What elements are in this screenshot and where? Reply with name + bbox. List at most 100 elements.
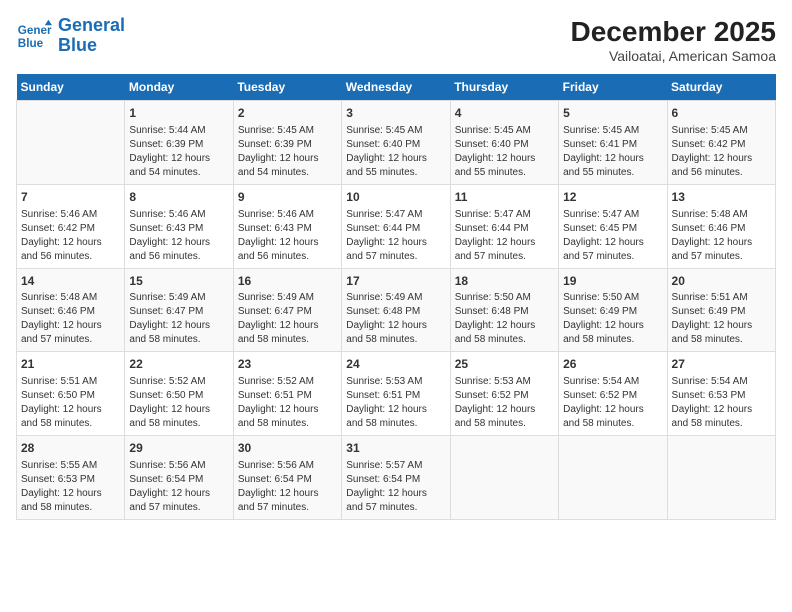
- logo-text: GeneralBlue: [58, 16, 125, 56]
- day-number: 15: [129, 273, 228, 290]
- header-saturday: Saturday: [667, 74, 775, 101]
- cell-content: Sunrise: 5:56 AM Sunset: 6:54 PM Dayligh…: [129, 459, 228, 515]
- cell-content: Sunrise: 5:54 AM Sunset: 6:52 PM Dayligh…: [563, 375, 662, 431]
- cell-content: Sunrise: 5:50 AM Sunset: 6:49 PM Dayligh…: [563, 291, 662, 347]
- day-number: 8: [129, 189, 228, 206]
- calendar-cell: 14Sunrise: 5:48 AM Sunset: 6:46 PM Dayli…: [17, 268, 125, 352]
- day-number: 4: [455, 105, 554, 122]
- calendar-cell: 6Sunrise: 5:45 AM Sunset: 6:42 PM Daylig…: [667, 101, 775, 185]
- cell-content: Sunrise: 5:46 AM Sunset: 6:43 PM Dayligh…: [129, 208, 228, 264]
- day-number: 13: [672, 189, 771, 206]
- page-header: General Blue GeneralBlue December 2025 V…: [16, 16, 776, 64]
- day-number: 22: [129, 356, 228, 373]
- calendar-cell: 17Sunrise: 5:49 AM Sunset: 6:48 PM Dayli…: [342, 268, 450, 352]
- day-number: 2: [238, 105, 337, 122]
- cell-content: Sunrise: 5:48 AM Sunset: 6:46 PM Dayligh…: [21, 291, 120, 347]
- cell-content: Sunrise: 5:47 AM Sunset: 6:44 PM Dayligh…: [455, 208, 554, 264]
- day-number: 19: [563, 273, 662, 290]
- cell-content: Sunrise: 5:57 AM Sunset: 6:54 PM Dayligh…: [346, 459, 445, 515]
- day-number: 16: [238, 273, 337, 290]
- header-thursday: Thursday: [450, 74, 558, 101]
- title-block: December 2025 Vailoatai, American Samoa: [571, 16, 776, 64]
- cell-content: Sunrise: 5:48 AM Sunset: 6:46 PM Dayligh…: [672, 208, 771, 264]
- calendar-cell: 21Sunrise: 5:51 AM Sunset: 6:50 PM Dayli…: [17, 352, 125, 436]
- svg-text:General: General: [18, 24, 52, 37]
- calendar-cell: 5Sunrise: 5:45 AM Sunset: 6:41 PM Daylig…: [559, 101, 667, 185]
- cell-content: Sunrise: 5:53 AM Sunset: 6:51 PM Dayligh…: [346, 375, 445, 431]
- day-number: 24: [346, 356, 445, 373]
- day-number: 20: [672, 273, 771, 290]
- cell-content: Sunrise: 5:49 AM Sunset: 6:48 PM Dayligh…: [346, 291, 445, 347]
- day-number: 21: [21, 356, 120, 373]
- day-number: 29: [129, 440, 228, 457]
- calendar-cell: 13 Sunrise: 5:48 AM Sunset: 6:46 PM Dayli…: [667, 184, 775, 268]
- calendar-cell: 15Sunrise: 5:49 AM Sunset: 6:47 PM Dayli…: [125, 268, 233, 352]
- cell-content: Sunrise: 5:50 AM Sunset: 6:48 PM Dayligh…: [455, 291, 554, 347]
- calendar-cell: 4 Sunrise: 5:45 AM Sunset: 6:40 PM Daylig…: [450, 101, 558, 185]
- calendar-cell: 23 Sunrise: 5:52 AM Sunset: 6:51 PM Dayli…: [233, 352, 341, 436]
- header-monday: Monday: [125, 74, 233, 101]
- calendar-cell: 7Sunrise: 5:46 AM Sunset: 6:42 PM Daylig…: [17, 184, 125, 268]
- calendar-cell: 2 Sunrise: 5:45 AM Sunset: 6:39 PM Daylig…: [233, 101, 341, 185]
- calendar-subtitle: Vailoatai, American Samoa: [571, 48, 776, 64]
- calendar-cell: 28 Sunrise: 5:55 AM Sunset: 6:53 PM Dayli…: [17, 436, 125, 520]
- logo-icon: General Blue: [16, 18, 52, 54]
- day-number: 18: [455, 273, 554, 290]
- cell-content: Sunrise: 5:52 AM Sunset: 6:51 PM Dayligh…: [238, 375, 337, 431]
- cell-content: Sunrise: 5:45 AM Sunset: 6:39 PM Dayligh…: [238, 124, 337, 180]
- calendar-cell: [559, 436, 667, 520]
- calendar-week-row: 1Sunrise: 5:44 AM Sunset: 6:39 PM Daylig…: [17, 101, 776, 185]
- calendar-cell: 24 Sunrise: 5:53 AM Sunset: 6:51 PM Dayli…: [342, 352, 450, 436]
- calendar-table: SundayMondayTuesdayWednesdayThursdayFrid…: [16, 74, 776, 520]
- calendar-cell: 18Sunrise: 5:50 AM Sunset: 6:48 PM Dayli…: [450, 268, 558, 352]
- day-number: 25: [455, 356, 554, 373]
- calendar-cell: 12 Sunrise: 5:47 AM Sunset: 6:45 PM Dayli…: [559, 184, 667, 268]
- cell-content: Sunrise: 5:47 AM Sunset: 6:44 PM Dayligh…: [346, 208, 445, 264]
- cell-content: Sunrise: 5:53 AM Sunset: 6:52 PM Dayligh…: [455, 375, 554, 431]
- calendar-cell: 8 Sunrise: 5:46 AM Sunset: 6:43 PM Daylig…: [125, 184, 233, 268]
- calendar-header-row: SundayMondayTuesdayWednesdayThursdayFrid…: [17, 74, 776, 101]
- day-number: 31: [346, 440, 445, 457]
- cell-content: Sunrise: 5:51 AM Sunset: 6:49 PM Dayligh…: [672, 291, 771, 347]
- cell-content: Sunrise: 5:49 AM Sunset: 6:47 PM Dayligh…: [238, 291, 337, 347]
- cell-content: Sunrise: 5:46 AM Sunset: 6:42 PM Dayligh…: [21, 208, 120, 264]
- day-number: 6: [672, 105, 771, 122]
- calendar-cell: 16Sunrise: 5:49 AM Sunset: 6:47 PM Dayli…: [233, 268, 341, 352]
- day-number: 17: [346, 273, 445, 290]
- header-wednesday: Wednesday: [342, 74, 450, 101]
- day-number: 10: [346, 189, 445, 206]
- cell-content: Sunrise: 5:45 AM Sunset: 6:40 PM Dayligh…: [455, 124, 554, 180]
- day-number: 5: [563, 105, 662, 122]
- logo: General Blue GeneralBlue: [16, 16, 125, 56]
- day-number: 14: [21, 273, 120, 290]
- calendar-cell: 25 Sunrise: 5:53 AM Sunset: 6:52 PM Dayli…: [450, 352, 558, 436]
- cell-content: Sunrise: 5:47 AM Sunset: 6:45 PM Dayligh…: [563, 208, 662, 264]
- calendar-cell: 30Sunrise: 5:56 AM Sunset: 6:54 PM Dayli…: [233, 436, 341, 520]
- calendar-week-row: 7Sunrise: 5:46 AM Sunset: 6:42 PM Daylig…: [17, 184, 776, 268]
- calendar-cell: [667, 436, 775, 520]
- cell-content: Sunrise: 5:54 AM Sunset: 6:53 PM Dayligh…: [672, 375, 771, 431]
- day-number: 12: [563, 189, 662, 206]
- cell-content: Sunrise: 5:45 AM Sunset: 6:40 PM Dayligh…: [346, 124, 445, 180]
- calendar-week-row: 14Sunrise: 5:48 AM Sunset: 6:46 PM Dayli…: [17, 268, 776, 352]
- calendar-cell: 19Sunrise: 5:50 AM Sunset: 6:49 PM Dayli…: [559, 268, 667, 352]
- day-number: 1: [129, 105, 228, 122]
- calendar-week-row: 28 Sunrise: 5:55 AM Sunset: 6:53 PM Dayli…: [17, 436, 776, 520]
- svg-text:Blue: Blue: [18, 37, 44, 50]
- cell-content: Sunrise: 5:55 AM Sunset: 6:53 PM Dayligh…: [21, 459, 120, 515]
- day-number: 28: [21, 440, 120, 457]
- header-tuesday: Tuesday: [233, 74, 341, 101]
- day-number: 23: [238, 356, 337, 373]
- calendar-week-row: 21Sunrise: 5:51 AM Sunset: 6:50 PM Dayli…: [17, 352, 776, 436]
- calendar-cell: 27Sunrise: 5:54 AM Sunset: 6:53 PM Dayli…: [667, 352, 775, 436]
- day-number: 26: [563, 356, 662, 373]
- calendar-cell: 11Sunrise: 5:47 AM Sunset: 6:44 PM Dayli…: [450, 184, 558, 268]
- calendar-cell: 26 Sunrise: 5:54 AM Sunset: 6:52 PM Dayli…: [559, 352, 667, 436]
- header-friday: Friday: [559, 74, 667, 101]
- cell-content: Sunrise: 5:49 AM Sunset: 6:47 PM Dayligh…: [129, 291, 228, 347]
- calendar-cell: [17, 101, 125, 185]
- calendar-cell: 1Sunrise: 5:44 AM Sunset: 6:39 PM Daylig…: [125, 101, 233, 185]
- calendar-cell: [450, 436, 558, 520]
- day-number: 3: [346, 105, 445, 122]
- cell-content: Sunrise: 5:56 AM Sunset: 6:54 PM Dayligh…: [238, 459, 337, 515]
